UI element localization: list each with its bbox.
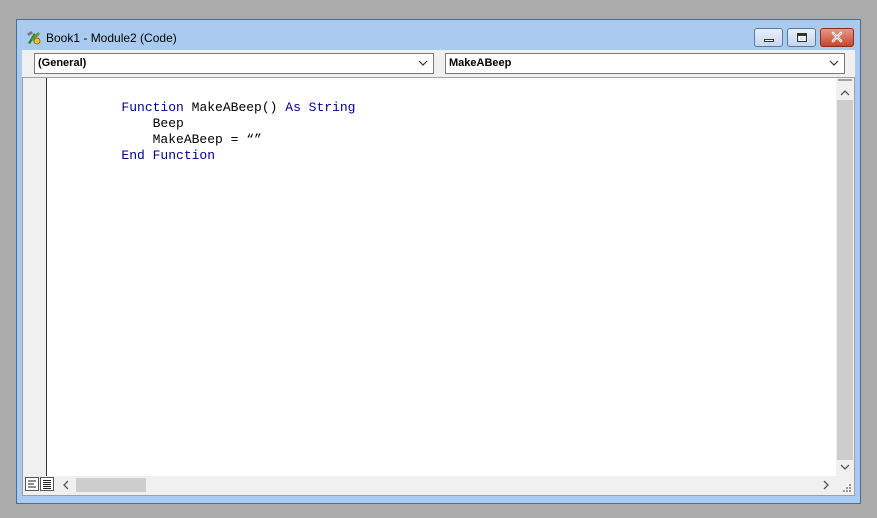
chevron-left-icon[interactable]	[59, 478, 73, 492]
close-icon	[831, 31, 843, 43]
procedure-dropdown-value: MakeABeep	[449, 57, 512, 69]
size-grip-icon[interactable]	[836, 476, 854, 495]
full-module-view-button[interactable]	[40, 477, 54, 491]
code-toolbar: (General) MakeABeep	[22, 50, 855, 77]
maximize-icon	[797, 33, 807, 42]
object-dropdown[interactable]: (General)	[34, 53, 434, 74]
code-pane: Function MakeABeep() As String Beep Make…	[22, 77, 855, 496]
code-token: As String	[285, 100, 356, 115]
code-token: MakeABeep()	[183, 100, 286, 115]
code-editor[interactable]: Function MakeABeep() As String Beep Make…	[47, 78, 836, 476]
window-title: Book1 - Module2 (Code)	[46, 31, 177, 45]
horizontal-scrollbar[interactable]	[59, 476, 836, 495]
procedure-view-icon	[28, 480, 36, 488]
code-line-4[interactable]: End Function	[59, 132, 215, 180]
chevron-right-icon[interactable]	[819, 478, 833, 492]
maximize-button[interactable]	[787, 28, 816, 47]
chevron-up-icon[interactable]	[836, 86, 854, 100]
code-token: End Function	[121, 148, 216, 163]
margin-indicator-bar[interactable]	[23, 78, 47, 476]
minimize-icon	[764, 39, 774, 42]
split-bar[interactable]	[838, 79, 852, 81]
vba-module-icon	[27, 31, 41, 45]
bottom-bar	[23, 476, 854, 495]
title-bar[interactable]: Book1 - Module2 (Code)	[17, 20, 860, 50]
chevron-down-icon[interactable]	[417, 57, 429, 69]
close-button[interactable]	[820, 28, 854, 47]
object-dropdown-value: (General)	[38, 57, 87, 69]
chevron-down-icon[interactable]	[836, 460, 854, 474]
minimize-button[interactable]	[754, 28, 783, 47]
chevron-down-icon[interactable]	[828, 57, 840, 69]
procedure-dropdown[interactable]: MakeABeep	[445, 53, 845, 74]
code-window: Book1 - Module2 (Code) (General) MakeABe…	[16, 19, 861, 504]
horizontal-scroll-thumb[interactable]	[76, 478, 146, 492]
procedure-view-button[interactable]	[25, 477, 39, 491]
full-module-view-icon	[43, 480, 51, 489]
vertical-scrollbar[interactable]	[836, 78, 854, 476]
vertical-scroll-thumb[interactable]	[837, 100, 853, 460]
